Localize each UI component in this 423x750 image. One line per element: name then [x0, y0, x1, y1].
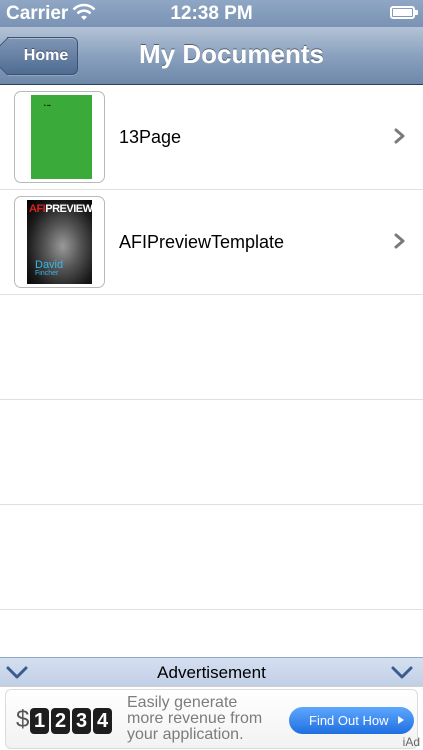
- document-thumbnail: AFIPREVIEW David Fincher: [14, 196, 105, 288]
- disclosure-chevron-icon: [394, 128, 405, 144]
- home-back-label: Home: [23, 47, 69, 64]
- disclosure-chevron-icon: [394, 233, 405, 249]
- iad-banner[interactable]: $ 1 2 3 4 Easily generate more revenue f…: [0, 686, 423, 750]
- document-thumbnail: • ▪▪: [14, 91, 105, 183]
- ad-banner-body[interactable]: $ 1 2 3 4 Easily generate more revenue f…: [5, 689, 418, 749]
- document-row[interactable]: AFIPREVIEW David Fincher AFIPreviewTempl…: [0, 190, 423, 295]
- status-bar: Carrier 12:38 PM: [0, 0, 423, 27]
- advertisement-label: Advertisement: [157, 663, 266, 682]
- ad-digit: 3: [72, 708, 91, 734]
- ad-text: Easily generate more revenue from your a…: [127, 694, 263, 743]
- advertisement-bar[interactable]: Advertisement: [0, 657, 423, 686]
- empty-row: [0, 505, 423, 610]
- battery-icon: [390, 6, 418, 19]
- empty-row: [0, 295, 423, 400]
- clock: 12:38 PM: [170, 3, 253, 24]
- document-name: 13Page: [119, 127, 182, 147]
- document-name: AFIPreviewTemplate: [119, 232, 285, 252]
- play-arrow-icon: [398, 716, 404, 724]
- magazine-cover-thumbnail: AFIPREVIEW David Fincher: [27, 200, 92, 284]
- find-out-how-button[interactable]: Find Out How: [289, 707, 414, 734]
- document-row[interactable]: • ▪▪ 13Page: [0, 85, 423, 190]
- documents-table: • ▪▪ 13Page AFIPREVIEW David Fincher AFI…: [0, 85, 423, 610]
- navigation-bar: Home My Documents: [0, 27, 423, 85]
- ad-digit: 1: [30, 708, 49, 734]
- ad-currency: $: [16, 706, 30, 733]
- iad-logo: iAd: [402, 735, 420, 749]
- green-page-thumbnail: • ▪▪: [31, 95, 92, 179]
- home-back-button[interactable]: Home: [7, 37, 78, 75]
- ad-digit: 2: [51, 708, 70, 734]
- chevron-down-icon[interactable]: [391, 666, 413, 680]
- ad-digit: 4: [93, 708, 112, 734]
- empty-row: [0, 400, 423, 505]
